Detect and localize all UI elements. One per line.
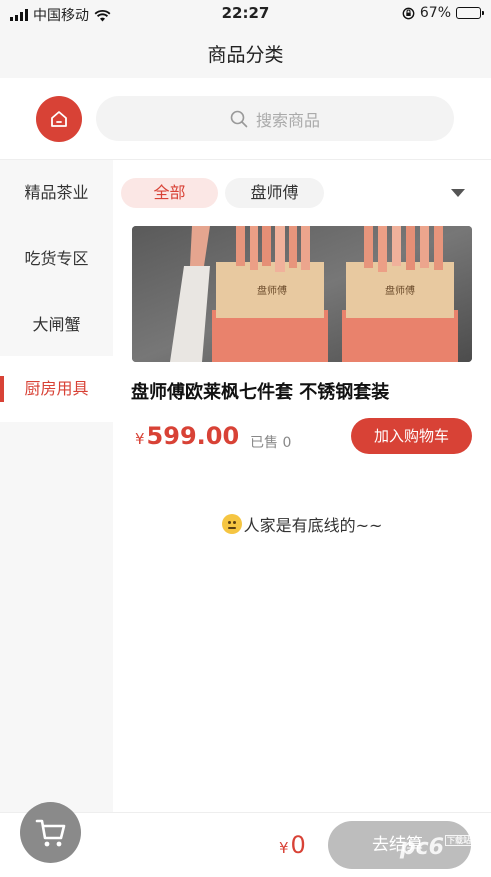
battery-icon <box>456 7 484 19</box>
end-of-list-text: 人家是有底线的~~ <box>243 516 383 535</box>
sidebar-item-label: 大闸蟹 <box>32 315 81 334</box>
total-currency: ¥ <box>279 839 289 857</box>
sidebar-item-label: 精品茶业 <box>24 183 89 202</box>
status-right: 67% <box>402 5 484 21</box>
status-bar: 中国移动 22:27 67% <box>0 0 491 28</box>
cart-total: ¥0 <box>279 831 306 859</box>
sold-count: 已售 0 <box>250 435 292 451</box>
category-sidebar: 精品茶业 吃货专区 大闸蟹 厨房用具 <box>0 160 113 812</box>
search-placeholder: 搜索商品 <box>255 110 320 130</box>
sidebar-item-crab[interactable]: 大闸蟹 <box>0 292 113 358</box>
knife-set-illustration: 盘师傅 盘师傅 <box>132 226 472 362</box>
end-of-list-message: 人家是有底线的~~ <box>113 512 491 536</box>
price-currency: ¥ <box>135 430 145 448</box>
sidebar-item-tea[interactable]: 精品茶业 <box>0 160 113 226</box>
cart-button[interactable] <box>20 802 81 863</box>
watermark-tag: 下载站 <box>445 835 473 846</box>
search-input[interactable]: 搜索商品 <box>96 96 454 141</box>
sad-face-icon <box>221 514 242 534</box>
filter-chip-all[interactable]: 全部 <box>121 178 218 208</box>
search-row: 搜索商品 <box>0 78 491 160</box>
active-indicator <box>0 376 4 402</box>
page-title: 商品分类 <box>207 44 284 66</box>
product-image[interactable]: 盘师傅 盘师傅 <box>132 226 472 362</box>
sidebar-item-kitchenware[interactable]: 厨房用具 <box>0 356 113 422</box>
sidebar-item-snacks[interactable]: 吃货专区 <box>0 226 113 292</box>
add-to-cart-button[interactable]: 加入购物车 <box>351 418 472 454</box>
chevron-down-icon[interactable] <box>451 189 465 197</box>
total-value: 0 <box>290 831 306 859</box>
nav-bar: 商品分类 <box>0 28 491 78</box>
home-icon <box>51 111 67 127</box>
battery-percent: 67% <box>419 5 451 21</box>
cart-icon <box>35 819 65 846</box>
watermark-text: pc6 <box>399 835 444 860</box>
product-title[interactable]: 盘师傅欧莱枫七件套 不锈钢套装 <box>131 378 389 404</box>
filter-chip-brand[interactable]: 盘师傅 <box>225 178 324 208</box>
price-value: 599.00 <box>146 422 240 450</box>
box-logo-right: 盘师傅 <box>385 284 415 297</box>
box-logo-left: 盘师傅 <box>257 284 287 297</box>
product-list-panel: 全部 盘师傅 盘师傅 盘师傅 盘师傅欧莱枫七件套 不锈钢套装 ¥599.00 已… <box>113 160 491 812</box>
sidebar-item-label: 吃货专区 <box>24 249 89 268</box>
product-price: ¥599.00 <box>135 422 239 450</box>
lock-rotation-icon <box>402 7 415 19</box>
watermark: pc6 下载站 <box>400 835 473 860</box>
sidebar-item-label: 厨房用具 <box>24 379 89 398</box>
home-button[interactable] <box>36 96 82 142</box>
cart-footer: ¥0 去结算 pc6 下载站 <box>0 802 491 877</box>
search-icon <box>230 110 248 127</box>
